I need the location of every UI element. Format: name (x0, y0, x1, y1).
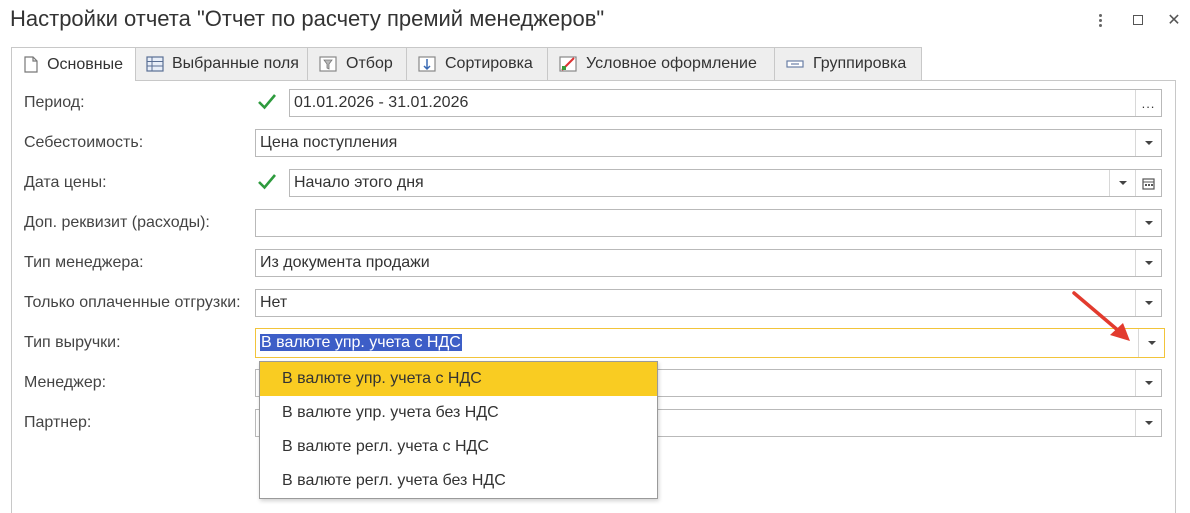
manager-type-field[interactable]: Из документа продажи (255, 249, 1162, 277)
extra-attr-field[interactable] (255, 209, 1162, 237)
revenue-type-label: Тип выручки: (24, 334, 121, 351)
annotation-arrow-icon (1072, 291, 1130, 341)
revenue-type-field[interactable]: В валюте упр. учета с НДС (255, 328, 1165, 358)
filter-icon (318, 55, 338, 73)
tab-conditional-format[interactable]: Условное оформление (547, 47, 775, 80)
chevron-down-icon[interactable] (1135, 250, 1161, 276)
chevron-down-icon[interactable] (1138, 329, 1164, 357)
tab-grouping[interactable]: Группировка (774, 47, 922, 80)
grouping-icon (785, 55, 805, 73)
tab-label: Отбор (346, 55, 393, 72)
tab-bar: Основные Выбранные поля Отбор Сортировка… (11, 47, 922, 81)
period-value: 01.01.2026 - 31.01.2026 (294, 94, 469, 111)
dropdown-option[interactable]: В валюте регл. учета с НДС (260, 430, 657, 464)
chevron-down-icon[interactable] (1135, 370, 1161, 396)
more-vertical-icon[interactable] (1089, 9, 1111, 31)
period-checkbox[interactable] (257, 92, 277, 112)
paid-only-value: Нет (260, 294, 288, 311)
calendar-icon[interactable] (1135, 170, 1161, 196)
price-date-field[interactable]: Начало этого дня (289, 169, 1162, 197)
tab-sort[interactable]: Сортировка (406, 47, 548, 80)
revenue-type-dropdown: В валюте упр. учета с НДС В валюте упр. … (259, 361, 658, 499)
document-icon (22, 56, 39, 74)
paid-only-field[interactable]: Нет (255, 289, 1162, 317)
manager-type-label: Тип менеджера: (24, 254, 144, 271)
dropdown-option[interactable]: В валюте регл. учета без НДС (260, 464, 657, 498)
tab-basic[interactable]: Основные (11, 47, 136, 81)
partner-label: Партнер: (24, 414, 92, 431)
close-icon[interactable]: ✕ (1163, 9, 1185, 31)
tab-filter[interactable]: Отбор (307, 47, 407, 80)
cost-value: Цена поступления (260, 134, 398, 151)
paid-only-label: Только оплаченные отгрузки: (24, 294, 241, 311)
chevron-down-icon[interactable] (1135, 130, 1161, 156)
cost-label: Себестоимость: (24, 134, 144, 151)
cost-field[interactable]: Цена поступления (255, 129, 1162, 157)
period-field[interactable]: 01.01.2026 - 31.01.2026 ... (289, 89, 1162, 117)
dropdown-option[interactable]: В валюте упр. учета с НДС (260, 362, 657, 396)
sort-icon (417, 55, 437, 73)
price-date-label: Дата цены: (24, 174, 107, 191)
price-date-value: Начало этого дня (294, 174, 424, 191)
extra-attr-label: Доп. реквизит (расходы): (24, 214, 210, 231)
window-title: Настройки отчета "Отчет по расчету преми… (10, 6, 605, 31)
tab-label: Сортировка (445, 55, 533, 72)
tab-label: Условное оформление (586, 55, 757, 72)
period-select-button[interactable]: ... (1135, 90, 1161, 116)
tab-label: Группировка (813, 55, 907, 72)
period-label: Период: (24, 94, 85, 111)
chevron-down-icon[interactable] (1135, 410, 1161, 436)
price-date-checkbox[interactable] (257, 172, 277, 192)
tab-label: Основные (47, 55, 123, 73)
dropdown-option[interactable]: В валюте упр. учета без НДС (260, 396, 657, 430)
chevron-down-icon[interactable] (1135, 210, 1161, 236)
chevron-down-icon[interactable] (1109, 170, 1135, 196)
conditional-format-icon (558, 55, 578, 73)
tab-selected-fields[interactable]: Выбранные поля (135, 47, 308, 80)
manager-label: Менеджер: (24, 374, 107, 391)
fields-icon (146, 55, 164, 73)
manager-type-value: Из документа продажи (260, 254, 430, 271)
tab-label: Выбранные поля (172, 55, 299, 72)
revenue-type-value: В валюте упр. учета с НДС (260, 334, 462, 351)
title-bar: Настройки отчета "Отчет по расчету преми… (0, 0, 1190, 40)
maximize-icon[interactable] (1127, 9, 1149, 31)
chevron-down-icon[interactable] (1135, 290, 1161, 316)
